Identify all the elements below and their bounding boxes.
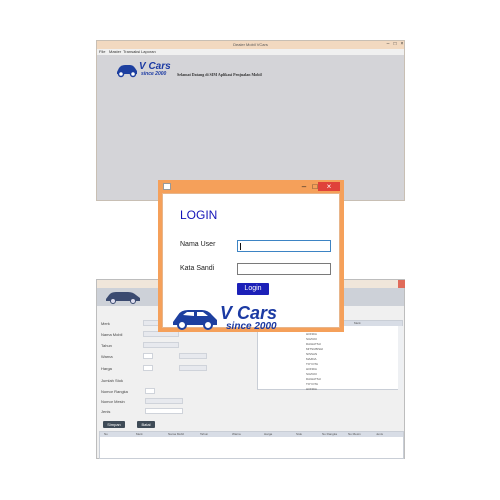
car-table[interactable]: No Merk Nama Mobil Tahun Warna Harga Sto… (99, 431, 404, 459)
form-close-icon[interactable] (398, 280, 405, 288)
column-header[interactable]: Jenis (376, 432, 383, 437)
tahun-field[interactable] (143, 342, 179, 348)
nomor-mesin-field[interactable] (145, 398, 183, 404)
warna-field-2[interactable] (179, 353, 207, 359)
column-header[interactable]: No Mesin (348, 432, 361, 437)
batal-button[interactable]: Batal (137, 421, 155, 428)
table-row[interactable]: NISSAN (306, 352, 317, 356)
menu-transaksi[interactable]: Transaksi (123, 49, 140, 55)
merk-table-scrollbar[interactable] (398, 326, 403, 390)
car-icon (117, 65, 137, 78)
username-label: Nama User (180, 241, 216, 248)
text-caret (240, 243, 241, 250)
column-header[interactable]: Stok (296, 432, 302, 437)
table-row[interactable]: SUZUKI (306, 337, 317, 341)
close-icon[interactable]: × (318, 182, 340, 191)
password-input[interactable] (237, 263, 331, 275)
logo-tagline-large: since 2000 (226, 321, 277, 332)
password-label: Kata Sandi (180, 265, 215, 272)
merk-table-header-label: Merk (354, 321, 361, 325)
simpan-button[interactable]: Simpan (103, 421, 125, 428)
main-window-title: Dealer Mobil VCars (233, 42, 268, 47)
welcome-text: Selamat Datang di SIM Aplikasi Penjualan… (177, 72, 262, 77)
main-window: Dealer Mobil VCars – □ × File Master Tra… (96, 40, 405, 201)
username-input[interactable] (237, 240, 331, 252)
login-titlebar: – □ × (158, 180, 344, 193)
column-header[interactable]: Tahun (200, 432, 208, 437)
table-row[interactable]: SUZUKI (306, 372, 317, 376)
main-titlebar: Dealer Mobil VCars – □ × (97, 41, 404, 49)
label-nomor-mesin: Nomor Mesin (101, 399, 125, 404)
merk-field[interactable] (143, 320, 159, 326)
table-row[interactable]: HONDA (306, 367, 317, 371)
login-button[interactable]: Login (237, 283, 269, 295)
table-row[interactable]: HONDA (306, 332, 317, 336)
label-harga: Harga (101, 366, 112, 371)
harga-field[interactable] (143, 365, 153, 371)
menu-laporan[interactable]: Laporan (141, 49, 156, 55)
column-header[interactable]: Merk (136, 432, 143, 437)
vcars-logo-large: V Cars since 2000 (170, 303, 298, 333)
column-header[interactable]: Nama Mobil (168, 432, 184, 437)
harga-field-2[interactable] (179, 365, 207, 371)
label-nama-mobil: Nama Mobil (101, 332, 123, 337)
menu-master[interactable]: Master (109, 49, 121, 55)
label-jumlah-stok: Jumlah Stok (101, 378, 124, 383)
minimize-icon[interactable]: – (385, 42, 391, 47)
table-row[interactable]: DAIHATSU (306, 377, 321, 381)
car-icon (173, 310, 217, 330)
column-header[interactable]: No Rangka (322, 432, 337, 437)
car-icon (106, 292, 140, 304)
minimize-icon[interactable]: – (298, 182, 310, 191)
column-header[interactable]: Warna (232, 432, 241, 437)
label-warna: Warna (101, 354, 113, 359)
close-icon[interactable]: × (399, 42, 405, 47)
table-row[interactable]: MITSUBISHI (306, 347, 323, 351)
label-jenis: Jenis (101, 409, 111, 414)
table-row[interactable]: TOYOTA (306, 382, 318, 386)
column-header[interactable]: Harga (264, 432, 272, 437)
menu-file[interactable]: File (99, 49, 105, 55)
jenis-field[interactable] (145, 408, 183, 414)
main-menubar: File Master Transaksi Laporan (97, 49, 404, 55)
java-app-icon (163, 183, 171, 190)
table-row[interactable]: HONDA (306, 387, 317, 391)
logo-tagline-small: since 2000 (141, 71, 167, 77)
label-merk: Merk (101, 321, 110, 326)
login-heading: LOGIN (180, 208, 218, 222)
table-row[interactable]: DAIHATSU (306, 342, 321, 346)
label-tahun: Tahun (101, 343, 112, 348)
maximize-icon[interactable]: □ (392, 42, 398, 47)
label-nomor-rangka: Nomor Rangka (101, 389, 128, 394)
table-row[interactable]: TOYOTA (306, 362, 318, 366)
nomor-rangka-field[interactable] (145, 388, 155, 394)
table-row[interactable]: MAZDA (306, 357, 317, 361)
warna-field[interactable] (143, 353, 153, 359)
column-header[interactable]: No (104, 432, 108, 437)
vcars-logo-small: V Cars since 2000 (115, 59, 173, 81)
